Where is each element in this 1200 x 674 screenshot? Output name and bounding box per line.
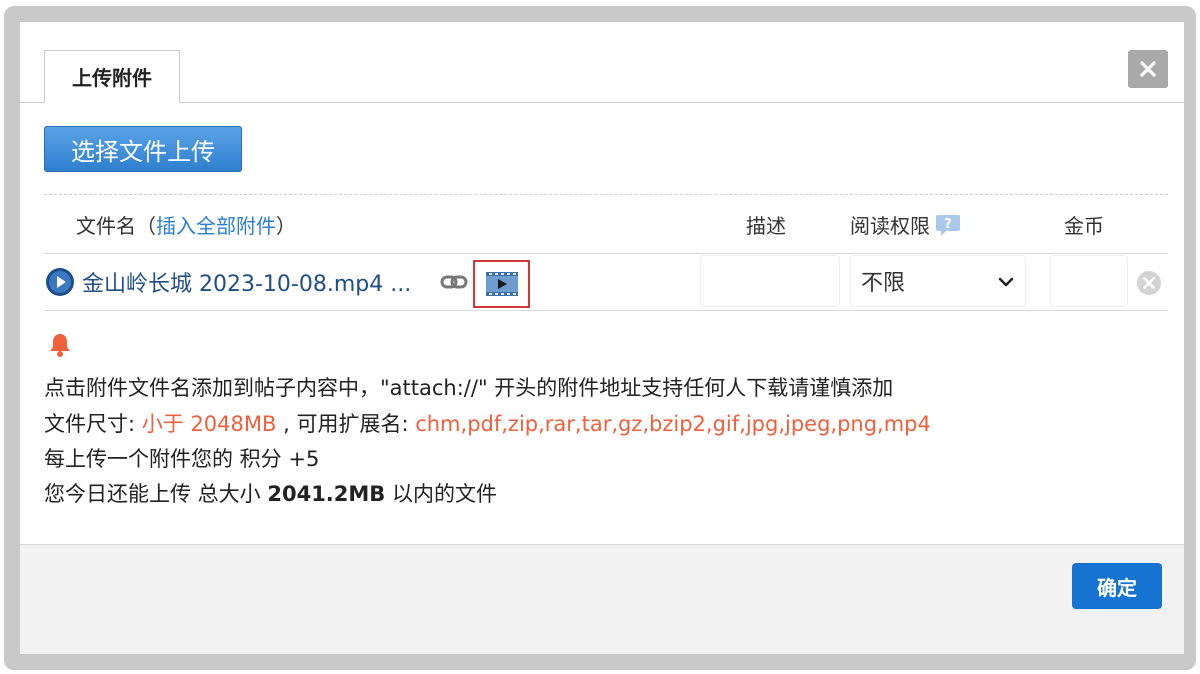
header-divider xyxy=(44,253,1168,254)
insert-video-button[interactable] xyxy=(473,260,530,308)
play-circle-icon xyxy=(46,268,74,296)
row-divider xyxy=(44,310,1168,311)
permission-select[interactable]: 不限 xyxy=(850,255,1026,307)
permission-header-label: 阅读权限 xyxy=(850,214,930,238)
coins-input[interactable] xyxy=(1050,255,1128,307)
description-input[interactable] xyxy=(700,255,840,307)
select-file-upload-button[interactable]: 选择文件上传 xyxy=(44,126,242,172)
info-line-points: 每上传一个附件您的 积分 +5 xyxy=(44,443,319,473)
size-limit: 小于 2048MB xyxy=(141,412,277,436)
video-file-icon xyxy=(485,272,518,296)
permission-selected-value: 不限 xyxy=(861,271,906,296)
close-icon xyxy=(1140,61,1156,77)
dialog-footer: 确定 xyxy=(20,544,1184,654)
description-header: 描述 xyxy=(746,214,786,238)
coins-header: 金币 xyxy=(1064,214,1104,238)
filename-header: 文件名（插入全部附件） xyxy=(76,210,296,239)
upload-dialog: 上传附件 选择文件上传 文件名（插入全部附件） 描述 阅读权限 ? 金币 金山岭… xyxy=(20,22,1184,654)
size-prefix: 文件尺寸: xyxy=(44,412,142,436)
info-line-remaining: 您今日还能上传 总大小 2041.2MB 以内的文件 xyxy=(44,478,497,508)
svg-text:?: ? xyxy=(944,217,952,232)
points-value: +5 xyxy=(288,447,320,471)
tab-divider xyxy=(20,102,1184,103)
confirm-button[interactable]: 确定 xyxy=(1072,563,1162,609)
attachment-filename-link[interactable]: 金山岭长城 2023-10-08.mp4 ... xyxy=(82,266,411,298)
remaining-suffix: 以内的文件 xyxy=(385,482,497,506)
permission-header: 阅读权限 ? xyxy=(850,210,962,239)
help-bubble-icon[interactable]: ? xyxy=(934,211,962,239)
tab-upload-attachment[interactable]: 上传附件 xyxy=(44,50,180,103)
allowed-extensions: chm,pdf,zip,rar,tar,gz,bzip2,gif,jpg,jpe… xyxy=(415,412,931,436)
info-line-size: 文件尺寸: 小于 2048MB , 可用扩展名: chm,pdf,zip,rar… xyxy=(44,408,931,438)
chevron-down-icon xyxy=(998,277,1014,287)
remaining-prefix: 您今日还能上传 总大小 xyxy=(44,482,268,506)
ext-prefix: , 可用扩展名: xyxy=(276,412,416,436)
bell-icon xyxy=(50,334,70,357)
points-prefix: 每上传一个附件您的 积分 xyxy=(44,447,289,471)
window-frame: 上传附件 选择文件上传 文件名（插入全部附件） 描述 阅读权限 ? 金币 金山岭… xyxy=(4,6,1196,670)
insert-all-attachments-link[interactable]: 插入全部附件 xyxy=(156,214,276,238)
info-line-attach: 点击附件文件名添加到帖子内容中，"attach://" 开头的附件地址支持任何人… xyxy=(44,376,894,400)
chain-link-icon[interactable] xyxy=(440,274,468,290)
section-divider xyxy=(44,194,1168,195)
filename-header-label: 文件名（ xyxy=(76,214,156,238)
remove-circle-icon[interactable] xyxy=(1136,270,1162,296)
filename-header-label-end: ） xyxy=(276,214,296,238)
close-button[interactable] xyxy=(1128,50,1168,88)
remaining-size: 2041.2MB xyxy=(267,482,386,506)
